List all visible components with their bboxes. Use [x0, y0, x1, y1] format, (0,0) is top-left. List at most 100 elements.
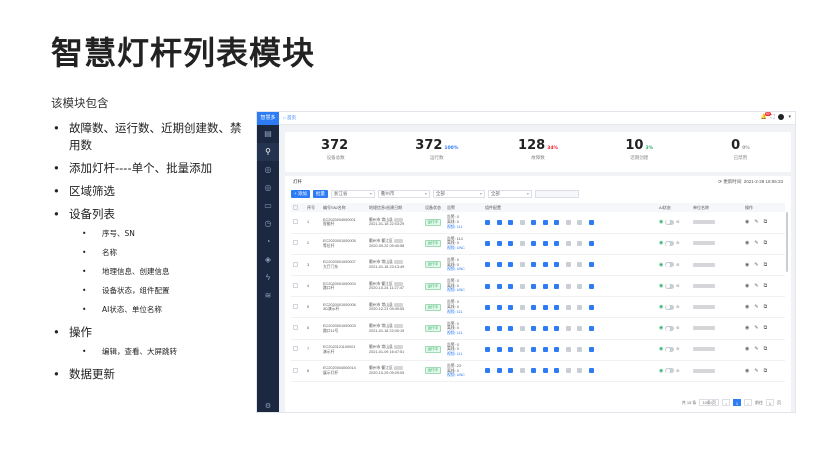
- component-icon[interactable]: [565, 241, 571, 247]
- screen-jump-icon[interactable]: ⧉: [764, 326, 768, 331]
- video-info[interactable]: 视频: 111: [447, 352, 481, 357]
- video-info[interactable]: 视频: UNC: [447, 246, 481, 251]
- component-icon[interactable]: [508, 304, 513, 310]
- ai-toggle[interactable]: [665, 368, 675, 374]
- district-select[interactable]: 全部: [432, 190, 485, 198]
- bell-icon[interactable]: 🔔 99: [761, 112, 771, 120]
- component-icon[interactable]: [565, 283, 571, 289]
- video-info[interactable]: 视频: 111: [447, 225, 481, 230]
- row-checkbox[interactable]: [293, 240, 298, 246]
- next-page-button[interactable]: ›: [744, 399, 752, 406]
- component-icon[interactable]: [496, 326, 502, 332]
- screen-jump-icon[interactable]: ⧉: [764, 284, 768, 289]
- row-checkbox[interactable]: [293, 304, 298, 310]
- component-icon[interactable]: [531, 368, 536, 374]
- component-icon[interactable]: [519, 304, 525, 310]
- component-icon[interactable]: [554, 304, 559, 310]
- component-icon[interactable]: [588, 304, 594, 310]
- table-row[interactable]: 3 EC2020001000007 大厅门东 衢州市 常山县 2021-01-18 2…: [291, 254, 785, 277]
- video-info[interactable]: 视频: UNC: [447, 373, 481, 378]
- view-icon[interactable]: ◉: [745, 220, 749, 225]
- row-checkbox[interactable]: [293, 261, 298, 267]
- component-icon[interactable]: [508, 283, 513, 289]
- component-icon[interactable]: [542, 241, 548, 247]
- component-icon[interactable]: [542, 368, 548, 374]
- component-icon[interactable]: [554, 347, 559, 353]
- component-icon[interactable]: [485, 304, 490, 310]
- component-icon[interactable]: [577, 219, 582, 225]
- settings-icon[interactable]: ⚙: [257, 402, 279, 410]
- add-batch-button[interactable]: 批量: [312, 190, 328, 198]
- component-icon[interactable]: [496, 304, 502, 310]
- component-icon[interactable]: [542, 283, 548, 289]
- component-icon[interactable]: [485, 241, 490, 247]
- view-icon[interactable]: ◉: [745, 347, 749, 352]
- row-checkbox[interactable]: [293, 346, 298, 352]
- add-single-button[interactable]: + 添加: [291, 190, 310, 198]
- component-icon[interactable]: [577, 262, 582, 268]
- user-menu-icon[interactable]: ▾: [788, 114, 791, 120]
- avatar[interactable]: [778, 114, 785, 120]
- component-icon[interactable]: [508, 326, 513, 332]
- lock-icon[interactable]: ⊙: [676, 305, 679, 310]
- component-icon[interactable]: [496, 262, 502, 268]
- globe-icon[interactable]: ◎: [257, 179, 279, 197]
- lamp-icon[interactable]: ⚲: [257, 143, 279, 161]
- video-info[interactable]: 视频: 111: [447, 310, 481, 315]
- pie-icon[interactable]: ◔: [257, 233, 279, 251]
- view-icon[interactable]: ◉: [745, 284, 749, 289]
- search-input[interactable]: [534, 190, 579, 198]
- lock-icon[interactable]: ⊙: [676, 284, 679, 289]
- view-icon[interactable]: ◉: [745, 326, 749, 331]
- component-icon[interactable]: [588, 262, 594, 268]
- component-icon[interactable]: [565, 262, 571, 268]
- ai-toggle[interactable]: [665, 219, 675, 225]
- component-icon[interactable]: [554, 219, 559, 225]
- ai-toggle[interactable]: [665, 304, 675, 310]
- ai-toggle[interactable]: [665, 262, 675, 268]
- table-row[interactable]: 4 EC2020001000004 路口杆 衢州市 衢江区 2020-10-24 11…: [291, 275, 785, 298]
- clock-icon[interactable]: ◷: [257, 215, 279, 233]
- component-icon[interactable]: [542, 304, 548, 310]
- city-select[interactable]: 衢州市: [377, 190, 430, 198]
- ai-toggle[interactable]: [665, 326, 675, 332]
- row-checkbox[interactable]: [293, 367, 298, 373]
- component-icon[interactable]: [531, 219, 536, 225]
- view-icon[interactable]: ◉: [745, 241, 749, 246]
- component-icon[interactable]: [531, 347, 536, 353]
- component-icon[interactable]: [577, 241, 582, 247]
- component-icon[interactable]: [531, 326, 536, 332]
- component-icon[interactable]: [485, 262, 490, 268]
- lock-icon[interactable]: ⊙: [676, 263, 679, 268]
- bolt-icon[interactable]: ϟ: [257, 269, 279, 287]
- status-select[interactable]: 全部: [487, 190, 532, 198]
- component-icon[interactable]: [565, 326, 571, 332]
- update-time[interactable]: ⟳ 更新时间: 2021-2-28 16:55:33: [718, 179, 783, 185]
- tab-home[interactable]: ⌂ 首页: [283, 115, 296, 121]
- video-info[interactable]: 视频: UNC: [447, 267, 481, 272]
- screen-jump-icon[interactable]: ⧉: [764, 368, 768, 374]
- component-icon[interactable]: [554, 241, 559, 247]
- component-icon[interactable]: [531, 304, 536, 310]
- component-icon[interactable]: [565, 368, 571, 374]
- component-icon[interactable]: [508, 241, 513, 247]
- component-icon[interactable]: [485, 283, 490, 289]
- row-checkbox[interactable]: [293, 219, 298, 225]
- table-row[interactable]: 7 EC2020121100001 演示杆 衢州市 常山县 2021-01-09 16…: [291, 339, 785, 361]
- component-icon[interactable]: [496, 368, 502, 374]
- table-row[interactable]: 2 EC2020001000005 等位杆 衢州市 衢江区 2020-09-22 09…: [291, 233, 785, 255]
- lock-icon[interactable]: ⊙: [676, 347, 679, 352]
- ai-toggle[interactable]: [665, 241, 675, 247]
- component-icon[interactable]: [588, 241, 594, 247]
- monitor-icon[interactable]: ▭: [257, 197, 279, 215]
- layers-icon[interactable]: ◈: [257, 251, 279, 269]
- table-scrollbar[interactable]: [786, 212, 788, 272]
- table-row[interactable]: 6 EC2020001000003 路口11号 衢州市 常山县 2021-01-18 …: [291, 317, 785, 340]
- component-icon[interactable]: [519, 347, 525, 353]
- component-icon[interactable]: [485, 326, 490, 332]
- component-icon[interactable]: [508, 368, 513, 374]
- ai-toggle[interactable]: [665, 283, 675, 289]
- component-icon[interactable]: [554, 283, 559, 289]
- component-icon[interactable]: [577, 347, 582, 353]
- component-icon[interactable]: [577, 326, 582, 332]
